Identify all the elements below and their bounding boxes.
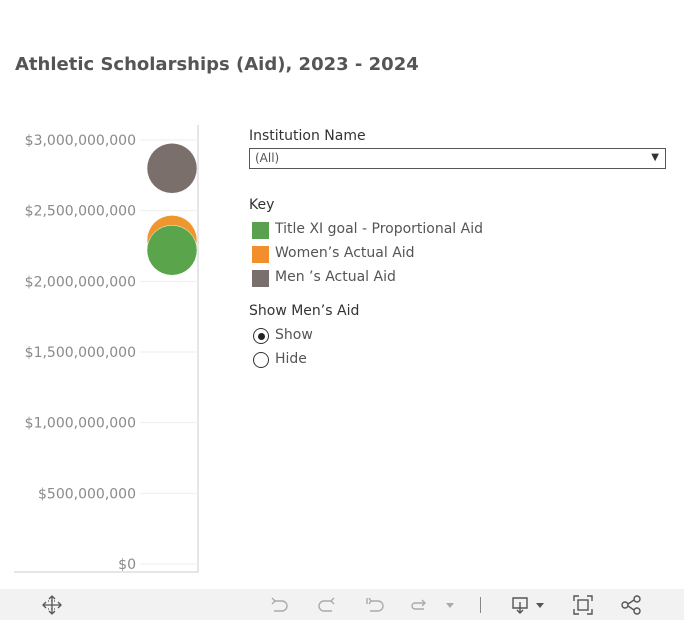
y-tick-label: $2,500,000,000: [25, 204, 136, 220]
dashboard-title: Athletic Scholarships (Aid), 2023 - 2024: [15, 54, 419, 75]
data-point-bubble: [146, 143, 198, 194]
y-tick-label: $2,000,000,000: [25, 274, 136, 290]
radio-selected-dot: [258, 333, 265, 340]
y-tick-label: $0: [118, 557, 136, 573]
pause-dropdown-icon[interactable]: [440, 593, 464, 617]
chart-svg: $0 $500,000,000 $1,000,000,000 $1,500,000,0…: [14, 125, 199, 573]
key-swatch-orange: [252, 246, 269, 263]
download-dropdown-icon[interactable]: [530, 593, 554, 617]
scholarship-chart[interactable]: $0 $500,000,000 $1,000,000,000 $1,500,000,0…: [0, 120, 205, 580]
move-icon[interactable]: [40, 593, 64, 617]
share-icon[interactable]: [619, 593, 643, 617]
radio-label-show[interactable]: Show: [275, 327, 313, 343]
refresh-icon[interactable]: [407, 593, 431, 617]
y-tick-label: $500,000,000: [38, 486, 136, 502]
viz-toolbar: [0, 589, 684, 620]
undo-icon[interactable]: [267, 593, 291, 617]
show-mens-aid-title: Show Men’s Aid: [249, 303, 360, 319]
fullscreen-icon[interactable]: [571, 593, 595, 617]
institution-filter-label: Institution Name: [249, 128, 366, 144]
institution-dropdown[interactable]: (All) ▼: [249, 148, 666, 169]
y-tick-label: $1,500,000,000: [25, 345, 136, 361]
revert-icon[interactable]: [363, 593, 387, 617]
key-label: Title XI goal - Proportional Aid: [275, 221, 484, 237]
radio-button-hide[interactable]: [253, 352, 269, 368]
institution-dropdown-value: (All): [255, 151, 280, 165]
data-point-bubble: [146, 224, 198, 276]
y-tick-label: $3,000,000,000: [25, 133, 136, 149]
key-label: Men ’s Actual Aid: [275, 269, 396, 285]
key-swatch-gray: [252, 270, 269, 287]
chevron-down-icon[interactable]: ▼: [651, 152, 659, 163]
key-title: Key: [249, 197, 275, 213]
radio-button-show[interactable]: [253, 328, 269, 344]
toolbar-separator: [480, 597, 481, 613]
key-label: Women’s Actual Aid: [275, 245, 415, 261]
redo-icon[interactable]: [315, 593, 339, 617]
key-swatch-green: [252, 222, 269, 239]
radio-label-hide[interactable]: Hide: [275, 351, 307, 367]
y-tick-label: $1,000,000,000: [25, 416, 136, 432]
